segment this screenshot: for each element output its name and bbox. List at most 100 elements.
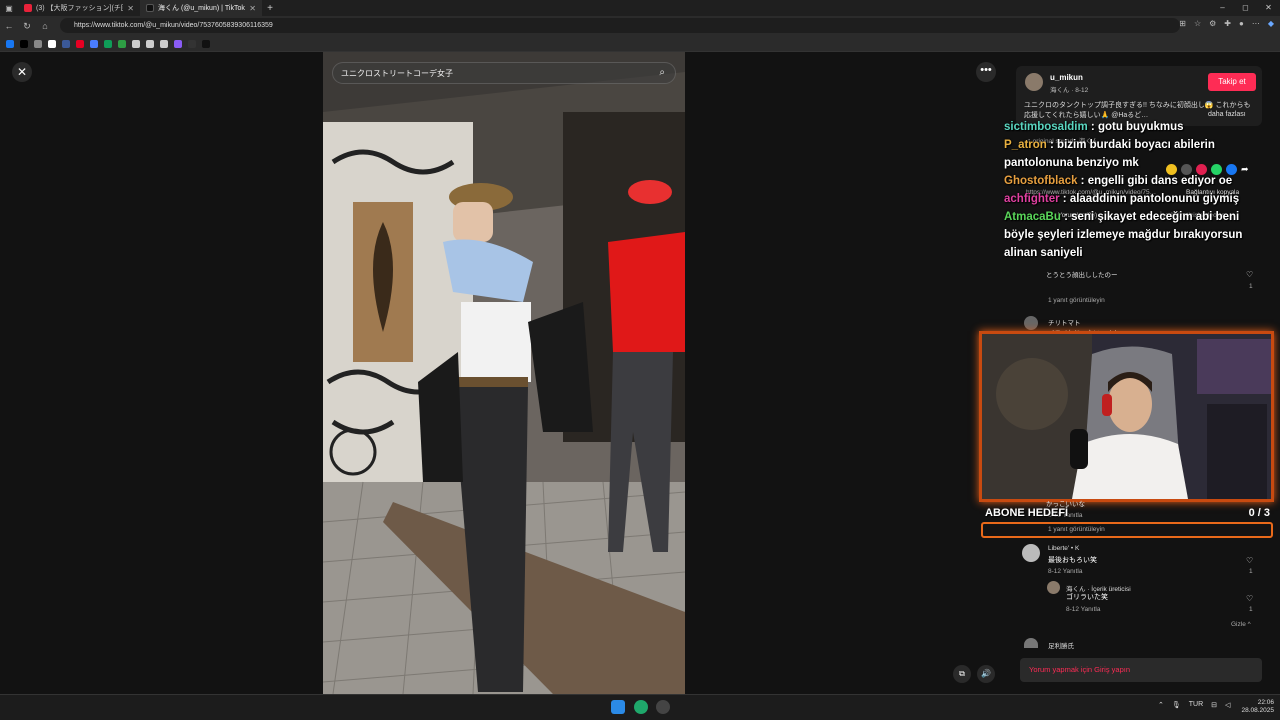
bookmarks-bar: [0, 36, 1280, 52]
bookmark-icon[interactable]: [160, 39, 168, 48]
chat-username: P_atron: [1004, 139, 1047, 151]
bookmark-icon[interactable]: [202, 39, 210, 48]
bookmark-icon[interactable]: [174, 39, 182, 48]
bookmark-icon[interactable]: [48, 39, 56, 48]
bookmark-icon[interactable]: [132, 39, 140, 48]
back-icon[interactable]: ←: [0, 21, 18, 31]
like-count: 1: [1249, 568, 1253, 575]
stream-chat-overlay: sictimbosaldim : gotu buyukmus P_atron : …: [1004, 118, 1250, 262]
like-icon[interactable]: ♡: [1246, 556, 1253, 565]
collections-icon[interactable]: ✚: [1224, 19, 1231, 28]
youtube-favicon-icon: [24, 4, 32, 12]
video-search-bar[interactable]: ユニクロストリートコーデ女子 ⌕: [332, 62, 676, 84]
mic-icon[interactable]: 🎙: [1172, 701, 1181, 709]
login-to-comment[interactable]: Yorum yapmak için Giriş yapın: [1020, 658, 1262, 682]
chat-message: achfighter : alaaddinin pantolonunu giym…: [1004, 190, 1250, 208]
bookmark-icon[interactable]: [76, 39, 84, 48]
creator-avatar[interactable]: [1047, 581, 1060, 594]
system-tray: ⌃ 🎙 TUR ⊟ ◁: [1158, 701, 1230, 709]
close-window-button[interactable]: ✕: [1257, 0, 1280, 16]
volume-icon[interactable]: 🔊: [977, 665, 995, 683]
chevron-up-icon[interactable]: ⌃: [1158, 701, 1164, 709]
browser-toolbar: ⊞ ☆ ⚙ ✚ ● ⋯ ◆: [1179, 19, 1274, 28]
bookmark-icon[interactable]: [6, 39, 14, 48]
network-icon[interactable]: ⊟: [1211, 701, 1217, 709]
author-avatar[interactable]: [1025, 73, 1043, 91]
extensions-icon[interactable]: ⚙: [1209, 19, 1216, 28]
commenter-name[interactable]: 足利勝氏: [1048, 640, 1074, 650]
chat-message: AtmacaBu : seni şikayet edeceğim abi ben…: [1004, 208, 1250, 244]
commenter-name[interactable]: Liberte' • K: [1048, 545, 1079, 552]
menu-dots-icon[interactable]: ⋯: [1252, 19, 1260, 28]
bookmark-icon[interactable]: [20, 39, 28, 48]
edge-browser-icon[interactable]: [634, 700, 648, 714]
bookmark-icon[interactable]: [90, 39, 98, 48]
bookmark-icon[interactable]: [118, 39, 126, 48]
commenter-avatar[interactable]: [1024, 638, 1038, 648]
like-icon[interactable]: ♡: [1246, 270, 1253, 279]
view-replies-link[interactable]: 1 yanıt görüntüleyin: [1048, 526, 1105, 533]
like-icon[interactable]: ♡: [1246, 594, 1253, 603]
tab-title: 海くん (@u_mikun) | TikTok: [158, 5, 245, 12]
clock[interactable]: 22:06 28.08.2025: [1241, 699, 1274, 715]
chat-message: P_atron : bizim burdaki boyacı abilerin …: [1004, 136, 1250, 172]
more-description-link[interactable]: daha fazlası: [1208, 111, 1246, 118]
bookmark-icon[interactable]: [62, 39, 70, 48]
view-replies-link[interactable]: 1 yanıt görüntüleyin: [1048, 297, 1105, 304]
profile-icon[interactable]: ●: [1239, 19, 1244, 28]
favorite-star-icon[interactable]: ☆: [1194, 19, 1201, 28]
app-icon[interactable]: [656, 700, 670, 714]
video-frame-image: [323, 52, 685, 694]
search-icon[interactable]: ⌕: [659, 67, 665, 78]
tiktok-favicon-icon: [146, 4, 154, 12]
chat-text: alinan saniyeli: [1004, 247, 1083, 259]
bookmark-icon[interactable]: [146, 39, 154, 48]
pip-icon[interactable]: ⧉: [953, 665, 971, 683]
hide-replies-link[interactable]: Gizle ^: [1231, 621, 1251, 628]
commenter-avatar[interactable]: [1024, 316, 1038, 330]
bookmark-icon[interactable]: [104, 39, 112, 48]
clock-date: 28.08.2025: [1241, 707, 1274, 714]
copilot-icon[interactable]: ◆: [1268, 19, 1274, 28]
close-tab-icon[interactable]: ✕: [249, 4, 256, 13]
author-username[interactable]: u_mikun: [1050, 73, 1083, 82]
reply-meta[interactable]: 8-12 Yanıtla: [1066, 606, 1100, 613]
comment-meta[interactable]: 8-12 Yanıtla: [1048, 568, 1082, 575]
more-options-button[interactable]: •••: [976, 62, 996, 82]
volume-tray-icon[interactable]: ◁: [1225, 701, 1230, 709]
comment-text: 最後おもろい笑: [1048, 557, 1097, 564]
like-count: 1: [1249, 606, 1253, 613]
bookmark-icon[interactable]: [188, 39, 196, 48]
window-controls: – ◻ ✕: [1211, 0, 1280, 16]
bookmark-icon[interactable]: [34, 39, 42, 48]
home-icon[interactable]: ⌂: [36, 21, 54, 31]
tab-tiktok[interactable]: 海くん (@u_mikun) | TikTok ✕: [140, 0, 262, 16]
close-tab-icon[interactable]: ✕: [127, 4, 134, 13]
url-field[interactable]: https://www.tiktok.com/@u_mikun/video/75…: [60, 18, 1180, 33]
sub-goal-value: 0 / 3: [1248, 507, 1270, 519]
tab-youtube[interactable]: (3) 【大阪ファッション](チ回)毎ゆくん(… ✕: [18, 0, 140, 16]
chat-username: sictimbosaldim: [1004, 121, 1088, 133]
maximize-button[interactable]: ◻: [1234, 0, 1257, 16]
video-search-text: ユニクロストリートコーデ女子: [341, 68, 453, 78]
chat-message: Ghostofblack : engelli gibi dans ediyor …: [1004, 172, 1250, 190]
address-bar-row: ← ↻ ⌂ https://www.tiktok.com/@u_mikun/vi…: [0, 16, 1280, 36]
follow-button[interactable]: Takip et: [1208, 73, 1256, 91]
language-indicator[interactable]: TUR: [1189, 701, 1203, 709]
sub-goal-label: ABONE HEDEFİ: [985, 507, 1069, 519]
commenter-name[interactable]: チリトマト: [1048, 317, 1081, 327]
reader-icon[interactable]: ⊞: [1179, 19, 1186, 28]
webcam-image: [982, 334, 1271, 499]
webcam-overlay: [979, 331, 1274, 502]
close-video-button[interactable]: ✕: [12, 62, 32, 82]
reply-text: ゴリラいた笑: [1066, 594, 1108, 601]
commenter-avatar[interactable]: [1022, 544, 1040, 562]
tab-title: (3) 【大阪ファッション](チ回)毎ゆくん(…: [36, 5, 123, 12]
minimize-button[interactable]: –: [1211, 0, 1234, 16]
new-tab-button[interactable]: +: [262, 3, 278, 14]
refresh-icon[interactable]: ↻: [18, 21, 36, 32]
video-player[interactable]: [323, 52, 685, 694]
tab-actions-icon[interactable]: ▣: [0, 4, 18, 13]
windows-start-icon[interactable]: [611, 700, 625, 714]
like-count: 1: [1249, 283, 1253, 290]
